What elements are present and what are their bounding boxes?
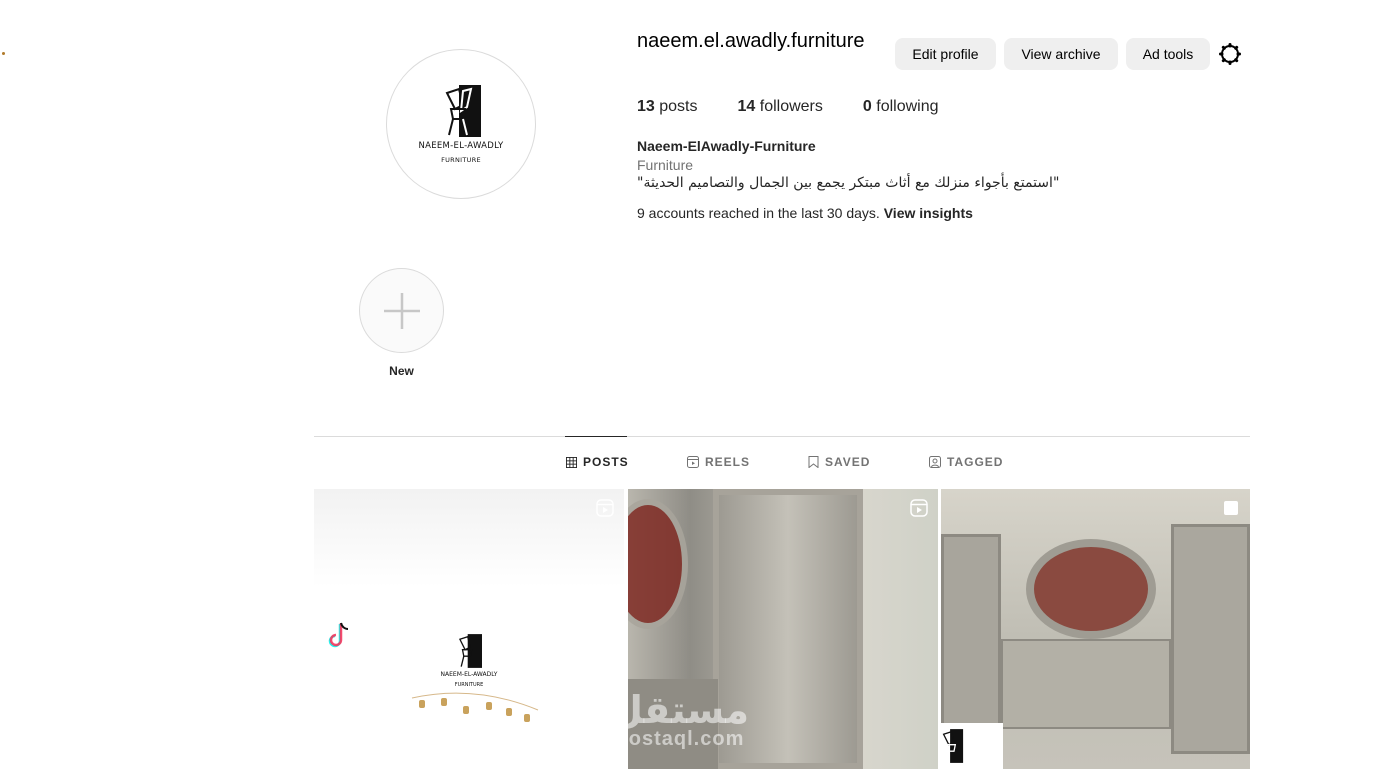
tab-saved-label: SAVED — [825, 455, 871, 469]
watermark-latin: mostaql.com — [610, 728, 745, 750]
tab-reels-label: REELS — [705, 455, 751, 469]
tab-tagged[interactable]: TAGGED — [929, 455, 1003, 469]
followers-stat[interactable]: 14 followers — [738, 98, 823, 116]
profile-avatar[interactable]: NAEEM-EL-AWADLY FURNITURE — [386, 49, 536, 199]
bio-category: Furniture — [637, 157, 694, 173]
posts-count: 13 — [637, 98, 655, 115]
grid-icon — [566, 456, 577, 468]
stray-dot — [2, 52, 5, 55]
ad-tools-button[interactable]: Ad tools — [1126, 38, 1210, 70]
mirror-shape — [628, 499, 688, 629]
chair-logo-icon — [942, 729, 964, 763]
tabs-divider — [314, 436, 1250, 437]
carousel-icon — [1224, 501, 1238, 515]
bio-name: Naeem-ElAwadly-Furniture — [637, 138, 816, 154]
cabinet-right-shape — [1171, 524, 1250, 754]
active-tab-indicator — [565, 436, 627, 437]
post-tile-3[interactable] — [941, 489, 1250, 769]
reel-icon — [596, 499, 614, 517]
bookmark-icon — [808, 456, 819, 468]
tab-reels[interactable]: REELS — [687, 455, 750, 469]
followers-label: followers — [759, 98, 823, 115]
tab-posts[interactable]: POSTS — [566, 455, 629, 469]
profile-username: naeem.el.awadly.furniture — [637, 30, 865, 52]
settings-gear-icon[interactable] — [1218, 42, 1242, 66]
profile-stats: 13 posts 14 followers 0 following — [637, 98, 979, 116]
following-stat[interactable]: 0 following — [863, 98, 939, 116]
post-1-logo-text: NAEEM-EL-AWADLY — [440, 671, 498, 678]
reels-icon — [687, 456, 699, 468]
following-label: following — [876, 98, 939, 115]
logo-overlay — [941, 723, 1003, 769]
tagged-icon — [929, 456, 941, 468]
following-count: 0 — [862, 98, 872, 115]
logo-subtext: FURNITURE — [441, 155, 481, 164]
posts-label: posts — [659, 98, 698, 115]
tab-posts-label: POSTS — [583, 455, 629, 469]
new-highlight-button[interactable] — [359, 268, 444, 353]
logo-text: NAEEM-EL-AWADLY — [418, 140, 504, 151]
view-insights-link[interactable]: View insights — [884, 205, 973, 221]
dresser-shape — [1001, 639, 1171, 729]
posts-stat: 13 posts — [637, 98, 698, 116]
insights-text: 9 accounts reached in the last 30 days. — [637, 205, 880, 221]
plus-icon — [383, 292, 420, 329]
post-tile-1[interactable]: NAEEM-EL-AWADLY FURNITURE — [314, 489, 624, 769]
view-archive-button[interactable]: View archive — [1004, 38, 1118, 70]
post-1-logo: NAEEM-EL-AWADLY FURNITURE — [314, 634, 624, 688]
edit-profile-button[interactable]: Edit profile — [895, 38, 996, 70]
new-highlight-label: New — [389, 364, 414, 378]
watermark-arabic: مستقل — [610, 688, 749, 732]
mirror-shape — [1026, 539, 1156, 639]
chair-logo-icon — [445, 84, 481, 137]
reel-icon — [910, 499, 928, 517]
cabinet-left-shape — [941, 534, 1001, 734]
tab-saved[interactable]: SAVED — [808, 455, 870, 469]
bio-text: "استمتع بأجواء منزلك مع أثاث مبتكر يجمع … — [637, 175, 1060, 191]
chair-logo-icon — [458, 634, 482, 668]
lanterns-decoration-icon — [411, 692, 539, 722]
followers-count: 14 — [737, 98, 756, 115]
tab-tagged-label: TAGGED — [947, 455, 1004, 469]
insights-line: 9 accounts reached in the last 30 days. … — [637, 205, 973, 221]
